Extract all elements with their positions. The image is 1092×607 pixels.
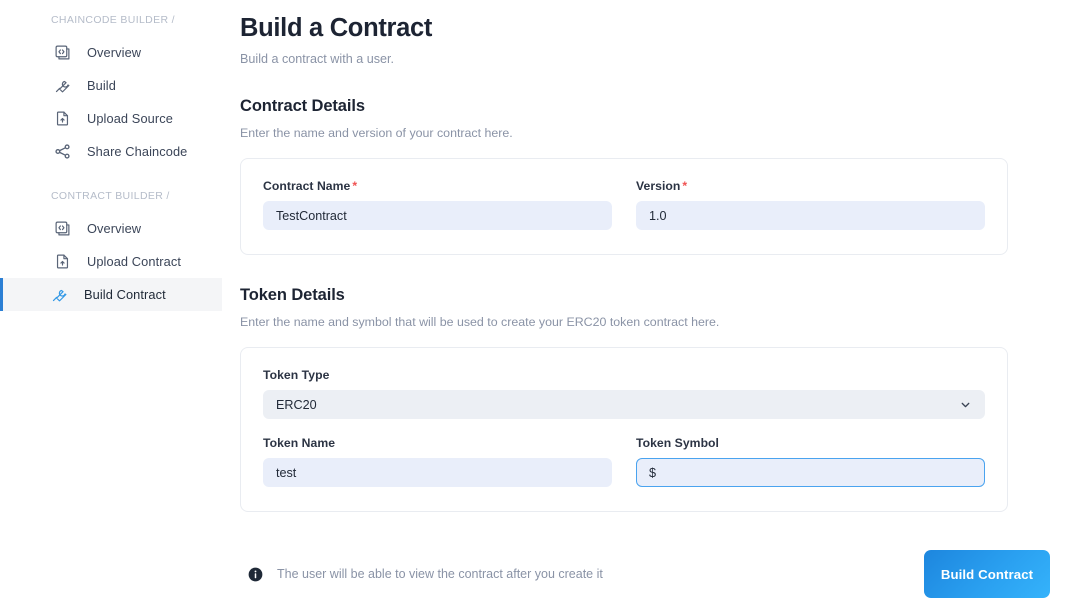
token-symbol-field: Token Symbol <box>636 436 985 487</box>
token-type-label: Token Type <box>263 368 330 382</box>
token-name-field: Token Name <box>263 436 612 487</box>
contract-name-input[interactable] <box>263 201 612 230</box>
sidebar-item-label: Overview <box>87 221 142 236</box>
sidebar-section-contract-builder: CONTRACT BUILDER / Overview Upload Contr… <box>0 190 222 311</box>
sidebar-item-label: Build Contract <box>84 287 166 302</box>
document-upload-icon <box>54 110 71 127</box>
app-root: CHAINCODE BUILDER / Overview Build Uploa… <box>0 0 1092 607</box>
form-footer: The user will be able to view the contra… <box>240 550 1050 598</box>
document-upload-icon <box>54 253 71 270</box>
wrench-icon <box>51 286 68 303</box>
main-content: Build a Contract Build a contract with a… <box>222 0 1092 607</box>
contract-name-label: Contract Name * <box>263 179 612 193</box>
token-symbol-input[interactable] <box>636 458 985 487</box>
sidebar-item-build-contract[interactable]: Build Contract <box>0 278 222 311</box>
sidebar-item-upload-source[interactable]: Upload Source <box>0 102 222 135</box>
sidebar-item-chaincode-overview[interactable]: Overview <box>0 36 222 69</box>
required-marker: * <box>682 179 688 193</box>
token-symbol-label: Token Symbol <box>636 436 719 450</box>
sidebar-item-label: Build <box>87 78 116 93</box>
footer-hint-text: The user will be able to view the contra… <box>277 567 603 581</box>
info-circle-icon <box>248 567 263 582</box>
code-window-icon <box>54 44 71 61</box>
token-details-card: Token Type ERC20 Token Name test Token S… <box>240 347 1008 512</box>
token-details-description: Enter the name and symbol that will be u… <box>240 315 720 329</box>
sidebar-item-contract-overview[interactable]: Overview <box>0 212 222 245</box>
wrench-icon <box>54 77 71 94</box>
version-label-text: Version <box>636 179 681 193</box>
required-marker: * <box>352 179 358 193</box>
token-details-heading: Token Details <box>240 286 345 304</box>
sidebar-item-label: Share Chaincode <box>87 144 188 159</box>
sidebar-item-label: Upload Contract <box>87 254 181 269</box>
token-type-value: ERC20 <box>276 397 317 412</box>
sidebar: CHAINCODE BUILDER / Overview Build Uploa… <box>0 0 222 607</box>
contract-details-fields: Contract Name* Version* <box>263 179 985 230</box>
page-subtitle: Build a contract with a user. <box>240 52 395 66</box>
sidebar-item-upload-contract[interactable]: Upload Contract <box>0 245 222 278</box>
version-field: Version * <box>636 179 985 230</box>
sidebar-item-label: Overview <box>87 45 142 60</box>
token-name-label: Token Name <box>263 436 336 450</box>
token-type-select-wrap: ERC20 <box>263 390 985 419</box>
page-title: Build a Contract <box>240 14 433 42</box>
token-name-input[interactable] <box>263 458 612 487</box>
sidebar-section-title-chaincode-builder: CHAINCODE BUILDER / <box>51 14 175 26</box>
version-label: Version * <box>636 179 985 193</box>
contract-details-description: Enter the name and version of your contr… <box>240 126 513 140</box>
sidebar-item-label: Upload Source <box>87 111 173 126</box>
sidebar-item-share-chaincode[interactable]: Share Chaincode <box>0 135 222 168</box>
token-name-symbol-fields: Token Name Token Symbol <box>263 436 985 487</box>
sidebar-section-title-contract-builder: CONTRACT BUILDER / <box>51 190 170 202</box>
token-type-field: Token Type ERC20 <box>263 368 985 419</box>
build-contract-button[interactable]: Build Contract <box>924 550 1050 598</box>
sidebar-item-chaincode-build[interactable]: Build <box>0 69 222 102</box>
token-type-select[interactable]: ERC20 <box>263 390 985 419</box>
contract-details-card: Contract Name* Version* <box>240 158 1008 255</box>
contract-name-field: Contract Name * <box>263 179 612 230</box>
sidebar-section-chaincode-builder: CHAINCODE BUILDER / Overview Build Uploa… <box>0 14 222 168</box>
share-nodes-icon <box>54 143 71 160</box>
footer-hint: The user will be able to view the contra… <box>240 567 603 582</box>
contract-name-label-text: Contract Name <box>263 179 351 193</box>
version-input[interactable] <box>636 201 985 230</box>
contract-details-heading: Contract Details <box>240 97 365 115</box>
code-window-icon <box>54 220 71 237</box>
